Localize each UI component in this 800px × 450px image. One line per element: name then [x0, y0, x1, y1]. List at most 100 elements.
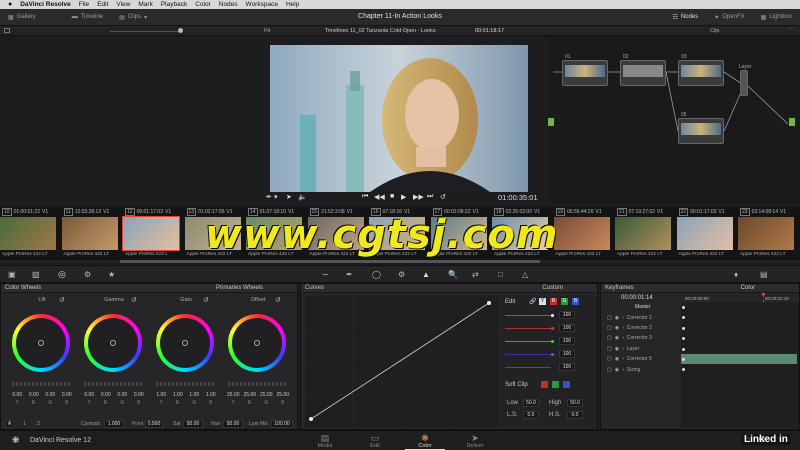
- intensity-row-extra[interactable]: 100: [505, 362, 595, 375]
- reset-icon[interactable]: ↺: [203, 296, 209, 304]
- node-05[interactable]: 05: [678, 112, 724, 144]
- step-forward-icon[interactable]: ▶▶: [413, 193, 424, 201]
- page-2-button[interactable]: 2: [37, 421, 40, 427]
- nodes-graph-icon[interactable]: ♦: [734, 270, 738, 279]
- cursor-icon[interactable]: ➤: [286, 193, 292, 201]
- clip-thumbnail[interactable]: 12 00:01:17:03 V1 Apple ProRes 422 L: [122, 207, 180, 263]
- menu-file[interactable]: File: [79, 1, 89, 8]
- page-deliver-button[interactable]: ➤ Deliver: [455, 433, 495, 449]
- keyframe-row[interactable]: ▢ ◉ › Corrector 5: [601, 354, 800, 364]
- page-color-button[interactable]: ❋ Color: [405, 433, 445, 450]
- layer-mixer-node[interactable]: Layer: [739, 64, 752, 96]
- nodes-button[interactable]: ☷ Nodes: [665, 14, 707, 21]
- chevron-right-icon[interactable]: ›: [622, 356, 624, 362]
- wheel-value[interactable]: 0.00: [62, 392, 72, 398]
- play-icon[interactable]: ▶: [401, 193, 406, 201]
- gallery-button[interactable]: ▦ Gallery: [0, 14, 44, 21]
- playhead-marker[interactable]: ▼: [760, 292, 767, 299]
- video-frame[interactable]: [270, 45, 528, 192]
- keyframe-row[interactable]: ▢ ◉ › Corrector 2: [601, 323, 800, 333]
- rgb-mixer-icon[interactable]: ⚙: [84, 270, 91, 279]
- intensity-row-r[interactable]: 100: [505, 323, 595, 336]
- skip-forward-icon[interactable]: ⏭: [427, 193, 433, 201]
- chevron-right-icon[interactable]: ›: [622, 325, 624, 331]
- reset-icon[interactable]: ↺: [59, 296, 65, 304]
- hs-field[interactable]: 0.0: [567, 411, 583, 419]
- hue-field[interactable]: 50.00: [223, 420, 243, 428]
- mode-a-button[interactable]: A: [5, 420, 14, 428]
- audio-icon[interactable]: 🔈: [298, 193, 307, 201]
- eye-icon[interactable]: ◉: [615, 367, 619, 373]
- lightbox-button[interactable]: ▦ Lightbox: [753, 14, 800, 21]
- info-icon[interactable]: △: [522, 270, 528, 279]
- node-editor[interactable]: 01 02 03 05 Layer: [548, 36, 800, 204]
- wheel-value[interactable]: 0.00: [29, 392, 39, 398]
- color-wheel-ring[interactable]: [156, 314, 214, 372]
- keyframe-row[interactable]: ▢ ◉ › Corrector 1: [601, 312, 800, 322]
- sizing-icon[interactable]: ⇄: [472, 270, 479, 279]
- lock-icon[interactable]: ▢: [607, 335, 612, 341]
- clip-thumbnail[interactable]: 10 01:00:01:22 V1 Apple ProRes 422 LT: [0, 207, 56, 263]
- keyframe-dot[interactable]: [682, 306, 685, 309]
- menu-help[interactable]: Help: [286, 1, 299, 8]
- node-01[interactable]: 01: [562, 54, 608, 86]
- color-match-icon[interactable]: ▧: [32, 270, 40, 279]
- scopes-icon[interactable]: ▤: [760, 270, 768, 279]
- keyframe-dot[interactable]: [682, 347, 685, 351]
- blur-icon[interactable]: ▲: [422, 270, 430, 279]
- menu-app[interactable]: DaVinci Resolve: [20, 1, 70, 8]
- openfx-button[interactable]: ✦ OpenFX: [706, 14, 752, 21]
- wheel-center-handle[interactable]: [254, 340, 260, 346]
- layout-icon[interactable]: [4, 28, 10, 33]
- wheel-value[interactable]: 0.00: [12, 392, 22, 398]
- clips-button[interactable]: ▤ Clips ▾: [111, 14, 155, 21]
- tracker-icon[interactable]: ⚙: [398, 270, 405, 279]
- wheel-value[interactable]: 0.00: [117, 392, 127, 398]
- keyframe-row[interactable]: Master: [601, 302, 800, 312]
- zoom-slider-handle[interactable]: [178, 28, 183, 33]
- channel-y-button[interactable]: Y: [539, 298, 546, 305]
- fit-select[interactable]: Fit: [264, 28, 270, 34]
- lummix-field[interactable]: 100.00: [271, 420, 293, 428]
- keyframe-row[interactable]: ▢ ◉ › Layer: [601, 344, 800, 354]
- menu-color[interactable]: Color: [195, 1, 211, 8]
- chevron-right-icon[interactable]: ›: [622, 346, 624, 352]
- wheel-value[interactable]: 25.00: [243, 392, 256, 398]
- wheel-value[interactable]: 1.00: [156, 392, 166, 398]
- reset-icon[interactable]: ↺: [275, 296, 281, 304]
- color-wheel-ring[interactable]: [84, 314, 142, 372]
- timeline-button[interactable]: ▬ Timeline: [64, 14, 111, 20]
- clip-thumbnail[interactable]: 22 00:01:17:03 V1 Apple ProRes 422 LT: [676, 207, 733, 263]
- soft-clip-r-button[interactable]: [541, 381, 548, 388]
- keyframe-row[interactable]: ▢ ◉ › Corrector 3: [601, 333, 800, 343]
- link-icon[interactable]: 🔗: [529, 298, 536, 305]
- curves-mode-select[interactable]: Custom: [542, 285, 563, 291]
- wheel-value[interactable]: 0.00: [134, 392, 144, 398]
- master-wheel-slider[interactable]: [156, 382, 214, 386]
- menu-mark[interactable]: Mark: [138, 1, 152, 8]
- more-icon[interactable]: ⋯: [788, 27, 794, 33]
- reset-icon[interactable]: ↺: [131, 296, 137, 304]
- intensity-row-g[interactable]: 100: [505, 336, 595, 349]
- keyframe-dot[interactable]: [682, 368, 685, 372]
- qualifier-icon[interactable]: ✒: [346, 270, 353, 279]
- wheel-value[interactable]: 25.00: [260, 392, 273, 398]
- page-media-button[interactable]: ▤ Media: [305, 433, 345, 449]
- master-wheel-slider[interactable]: [12, 382, 70, 386]
- chevron-right-icon[interactable]: ›: [622, 335, 624, 341]
- keyframe-dot[interactable]: [682, 326, 685, 330]
- lock-icon[interactable]: ▢: [607, 356, 612, 362]
- wheel-value[interactable]: 0.00: [84, 392, 94, 398]
- skip-back-icon[interactable]: ⏮: [362, 193, 368, 201]
- intensity-row-b[interactable]: 100: [505, 349, 595, 362]
- channel-b-button[interactable]: B: [572, 298, 579, 305]
- wheel-mode-select[interactable]: Primaries Wheels: [216, 285, 263, 291]
- wheel-value[interactable]: 1.00: [206, 392, 216, 398]
- soft-clip-g-button[interactable]: [552, 381, 559, 388]
- keyframe-row[interactable]: ▢ ◉ › Sizing: [601, 364, 800, 374]
- eye-icon[interactable]: ◉: [615, 325, 619, 331]
- clip-mode-select[interactable]: Clip: [710, 28, 719, 34]
- key-icon[interactable]: 🔍: [448, 270, 458, 279]
- step-back-icon[interactable]: ◀◀: [374, 193, 385, 201]
- eye-icon[interactable]: ◉: [615, 356, 619, 362]
